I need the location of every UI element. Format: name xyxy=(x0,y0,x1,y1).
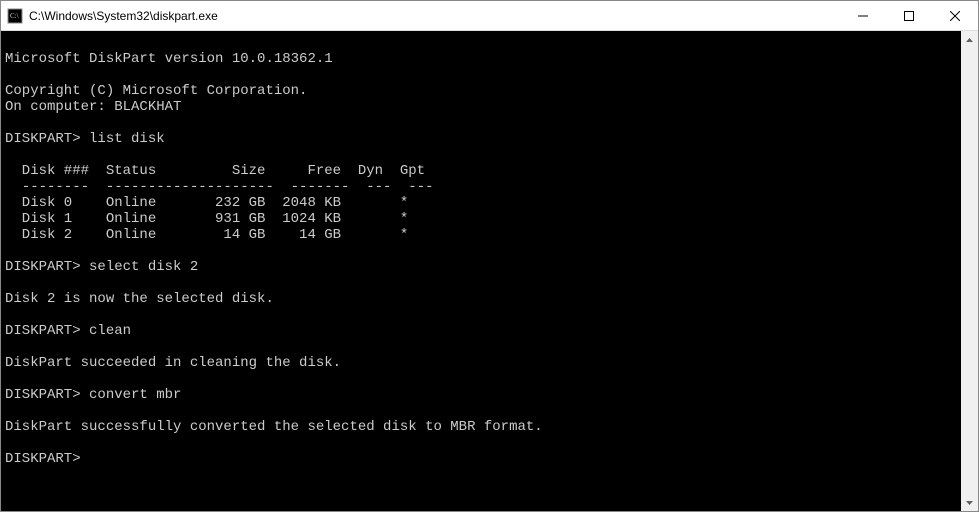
terminal-output[interactable]: Microsoft DiskPart version 10.0.18362.1 … xyxy=(1,31,961,511)
close-button[interactable] xyxy=(932,1,978,30)
scroll-up-button[interactable] xyxy=(961,31,978,48)
scroll-down-button[interactable] xyxy=(961,494,978,511)
maximize-button[interactable] xyxy=(886,1,932,30)
svg-text:C:\: C:\ xyxy=(10,12,19,20)
minimize-button[interactable] xyxy=(840,1,886,30)
client-area: Microsoft DiskPart version 10.0.18362.1 … xyxy=(1,31,978,511)
vertical-scrollbar[interactable] xyxy=(961,31,978,511)
titlebar[interactable]: C:\ C:\Windows\System32\diskpart.exe xyxy=(1,1,978,31)
scroll-track[interactable] xyxy=(961,48,978,494)
window-title: C:\Windows\System32\diskpart.exe xyxy=(29,9,840,23)
app-icon: C:\ xyxy=(7,8,23,24)
window-controls xyxy=(840,1,978,30)
